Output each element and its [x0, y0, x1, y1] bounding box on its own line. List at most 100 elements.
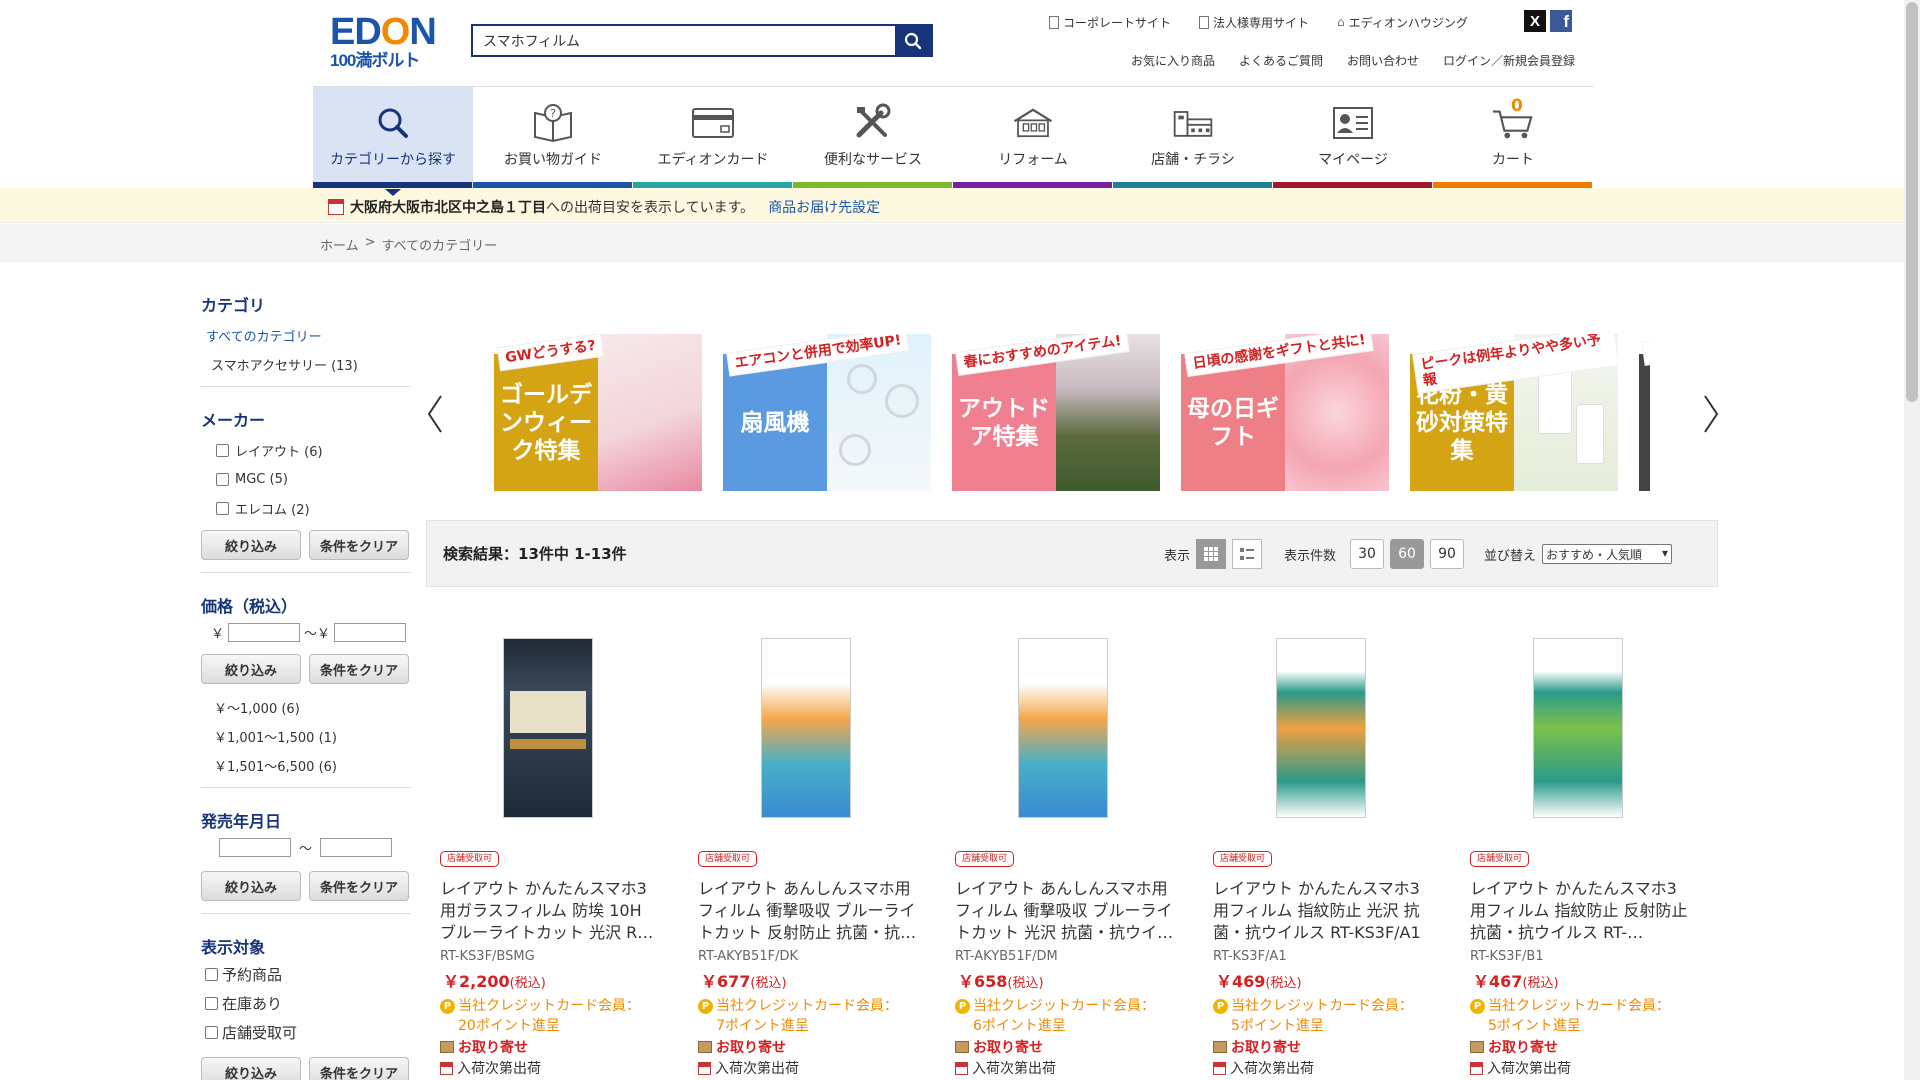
- per-page-90[interactable]: 90: [1430, 539, 1465, 569]
- banner-fan[interactable]: エアコンと併用で効率UP! 扇風機: [723, 334, 931, 491]
- price-min-input[interactable]: [228, 623, 301, 642]
- breadcrumb-current[interactable]: すべてのカテゴリー: [382, 235, 498, 254]
- date-to-input[interactable]: [320, 838, 393, 857]
- chevron-right-icon[interactable]: [1701, 394, 1721, 434]
- nav-category[interactable]: カテゴリーから探す: [313, 87, 473, 196]
- stock-status: お取り寄せ: [1470, 1037, 1558, 1057]
- price-range-link[interactable]: ￥～1,000 (6): [214, 698, 411, 717]
- point-info: P 当社クレジットカード会員： 5ポイント進呈: [1470, 996, 1690, 1036]
- maker-option[interactable]: エレコム (2): [216, 499, 411, 518]
- office-icon: [1199, 15, 1210, 29]
- product-card[interactable]: 店舗受取可 レイアウト かんたんスマホ3用ガラスフィルム 防埃 10H ブルーラ…: [426, 620, 661, 1080]
- banner-golden-week[interactable]: GWどうする? ゴールデンウィーク特集: [494, 334, 702, 491]
- product-image[interactable]: [1276, 638, 1366, 818]
- calendar-icon: [698, 1061, 711, 1075]
- sns-links: X f: [1524, 10, 1572, 32]
- product-price: ￥467(税込): [1473, 972, 1559, 991]
- list-view-button[interactable]: [1232, 539, 1263, 569]
- stock-status: お取り寄せ: [698, 1037, 786, 1057]
- category-all-link[interactable]: すべてのカテゴリー: [206, 326, 411, 345]
- display-option[interactable]: 店舗受取可: [205, 1022, 411, 1043]
- nav-services[interactable]: 便利なサービス: [793, 87, 953, 189]
- checkbox[interactable]: [205, 997, 218, 1010]
- banner-partial[interactable]: 帰: [1639, 334, 1650, 491]
- x-icon[interactable]: X: [1524, 10, 1546, 32]
- checkbox[interactable]: [205, 1026, 218, 1039]
- product-image[interactable]: [761, 638, 851, 818]
- facebook-icon[interactable]: f: [1550, 10, 1572, 32]
- nav-shopping-guide[interactable]: ? お買い物ガイド: [473, 87, 633, 189]
- breadcrumb-home[interactable]: ホーム: [320, 235, 359, 254]
- checkbox[interactable]: [216, 444, 229, 457]
- maker-clear-button[interactable]: 条件をクリア: [309, 530, 409, 560]
- banner-mothers-day[interactable]: 日頃の感謝をギフトと共に! 母の日ギフト: [1181, 334, 1389, 491]
- per-page-60[interactable]: 60: [1390, 539, 1425, 569]
- nav-edion-card[interactable]: エディオンカード: [633, 87, 793, 189]
- page-scrollbar[interactable]: [1904, 0, 1920, 1080]
- price-heading: 価格（税込）: [201, 597, 298, 616]
- product-name[interactable]: レイアウト かんたんスマホ3用ガラスフィルム 防埃 10H ブルーライトカット …: [440, 878, 662, 944]
- banner-outdoor[interactable]: 春におすすめのアイテム! アウトドア特集: [952, 334, 1160, 491]
- housing-site-link[interactable]: ⌂ エディオンハウジング: [1337, 14, 1468, 31]
- product-code: RT-AKYB51F/DK: [698, 949, 798, 964]
- category-sub-link[interactable]: スマホアクセサリー (13): [211, 355, 411, 374]
- date-filter-button[interactable]: 絞り込み: [201, 871, 301, 901]
- login-link[interactable]: ログイン／新規会員登録: [1443, 52, 1575, 69]
- date-from-input[interactable]: [219, 838, 291, 857]
- scroll-thumb[interactable]: [1906, 2, 1918, 402]
- checkbox[interactable]: [205, 968, 218, 981]
- maker-option[interactable]: レイアウト (6): [216, 441, 411, 460]
- price-range-link[interactable]: ￥1,001～1,500 (1): [214, 727, 411, 746]
- product-code: RT-KS3F/A1: [1213, 949, 1287, 964]
- calendar-icon: [1470, 1061, 1483, 1075]
- banner-pollen[interactable]: ピークは例年よりやや多い予報 花粉・黄砂対策特集: [1410, 334, 1618, 491]
- faq-link[interactable]: よくあるご質問: [1239, 52, 1323, 69]
- price-range-link[interactable]: ￥1,501～6,500 (6): [214, 756, 411, 775]
- grid-view-button[interactable]: [1196, 539, 1227, 569]
- nav-mypage[interactable]: マイページ: [1273, 87, 1433, 189]
- box-icon: [698, 1041, 712, 1053]
- checkbox[interactable]: [216, 473, 229, 486]
- product-image[interactable]: [1533, 638, 1623, 818]
- product-name[interactable]: レイアウト あんしんスマホ用フィルム 衝撃吸収 ブルーライトカット 光沢 抗菌・…: [955, 878, 1177, 944]
- nav-stores[interactable]: 店舗・チラシ: [1113, 87, 1273, 189]
- search-button[interactable]: [895, 26, 931, 55]
- product-name[interactable]: レイアウト かんたんスマホ3用フィルム 指紋防止 光沢 抗菌・抗ウイルス RT-…: [1213, 878, 1435, 944]
- per-page-30[interactable]: 30: [1350, 539, 1385, 569]
- chevron-left-icon[interactable]: [425, 394, 445, 434]
- display-clear-button[interactable]: 条件をクリア: [309, 1057, 409, 1080]
- credit-card-icon: [692, 108, 734, 138]
- product-card[interactable]: 店舗受取可 レイアウト あんしんスマホ用フィルム 衝撃吸収 ブルーライトカット …: [684, 620, 919, 1080]
- price-clear-button[interactable]: 条件をクリア: [309, 654, 409, 684]
- search-input[interactable]: [473, 26, 895, 55]
- product-name[interactable]: レイアウト あんしんスマホ用フィルム 衝撃吸収 ブルーライトカット 反射防止 抗…: [698, 878, 920, 944]
- product-name[interactable]: レイアウト かんたんスマホ3用フィルム 指紋防止 反射防止 抗菌・抗ウイルス R…: [1470, 878, 1692, 944]
- delivery-address-link[interactable]: 商品お届け先設定: [768, 197, 880, 217]
- contact-link[interactable]: お問い合わせ: [1347, 52, 1419, 69]
- box-icon: [955, 1041, 969, 1053]
- point-info: P 当社クレジットカード会員： 6ポイント進呈: [955, 996, 1175, 1036]
- business-site-link[interactable]: 法人様専用サイト: [1199, 14, 1309, 31]
- favorites-link[interactable]: お気に入り商品: [1131, 52, 1215, 69]
- sort-select[interactable]: おすすめ・人気順: [1542, 544, 1673, 564]
- corporate-site-link[interactable]: コーポレートサイト: [1049, 14, 1171, 31]
- display-option[interactable]: 予約商品: [205, 964, 411, 985]
- display-filter-button[interactable]: 絞り込み: [201, 1057, 301, 1080]
- product-card[interactable]: 店舗受取可 レイアウト かんたんスマホ3用フィルム 指紋防止 反射防止 抗菌・抗…: [1456, 620, 1691, 1080]
- product-image[interactable]: [503, 638, 593, 818]
- nav-cart[interactable]: 0 カート: [1433, 87, 1593, 189]
- tools-icon: [856, 103, 891, 138]
- product-card[interactable]: 店舗受取可 レイアウト あんしんスマホ用フィルム 衝撃吸収 ブルーライトカット …: [941, 620, 1176, 1080]
- product-image[interactable]: [1018, 638, 1108, 818]
- checkbox[interactable]: [216, 502, 229, 515]
- price-filter-button[interactable]: 絞り込み: [201, 654, 301, 684]
- display-option[interactable]: 在庫あり: [205, 993, 411, 1014]
- ship-status: 入荷次第出荷: [1470, 1058, 1571, 1078]
- maker-filter-button[interactable]: 絞り込み: [201, 530, 301, 560]
- edion-logo[interactable]: EDON 100満ボルト: [330, 13, 440, 77]
- date-clear-button[interactable]: 条件をクリア: [309, 871, 409, 901]
- maker-option[interactable]: MGC (5): [216, 472, 411, 487]
- product-card[interactable]: 店舗受取可 レイアウト かんたんスマホ3用フィルム 指紋防止 光沢 抗菌・抗ウイ…: [1199, 620, 1434, 1080]
- nav-reform[interactable]: リフォーム: [953, 87, 1113, 189]
- price-max-input[interactable]: [334, 623, 407, 642]
